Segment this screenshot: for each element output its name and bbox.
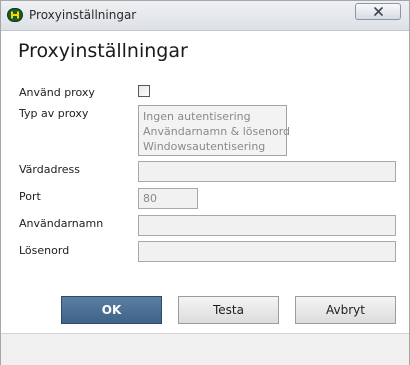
dialog-heading: Proxyinställningar xyxy=(18,40,188,62)
close-button[interactable] xyxy=(355,3,401,20)
proxy-type-listbox[interactable]: Ingen autentisering Användarnamn & lösen… xyxy=(138,105,290,156)
use-proxy-checkbox[interactable] xyxy=(138,85,150,97)
host-label: Värdadress xyxy=(19,163,80,176)
title-bar[interactable]: Proxyinställningar xyxy=(1,1,409,31)
app-logo-icon xyxy=(7,8,23,22)
port-label: Port xyxy=(19,190,41,203)
ok-button[interactable]: OK xyxy=(61,296,162,324)
close-icon xyxy=(373,7,383,16)
port-field[interactable] xyxy=(138,188,198,209)
password-label: Lösenord xyxy=(19,244,70,257)
proxy-type-option-userpass[interactable]: Användarnamn & lösenord xyxy=(143,124,290,139)
password-field[interactable] xyxy=(138,241,396,262)
host-field[interactable] xyxy=(138,161,396,182)
username-label: Användarnamn xyxy=(19,217,104,230)
footer-bar xyxy=(1,333,409,365)
use-proxy-label: Använd proxy xyxy=(19,86,95,99)
proxy-type-label: Typ av proxy xyxy=(19,107,89,120)
proxy-settings-window: Proxyinställningar Proxyinställningar An… xyxy=(0,0,410,365)
test-button[interactable]: Testa xyxy=(178,296,279,324)
window-title: Proxyinställningar xyxy=(29,8,137,22)
cancel-button[interactable]: Avbryt xyxy=(295,296,396,324)
proxy-type-option-windows[interactable]: Windowsautentisering xyxy=(143,139,286,154)
proxy-type-option-none[interactable]: Ingen autentisering xyxy=(143,109,286,124)
username-field[interactable] xyxy=(138,215,396,236)
